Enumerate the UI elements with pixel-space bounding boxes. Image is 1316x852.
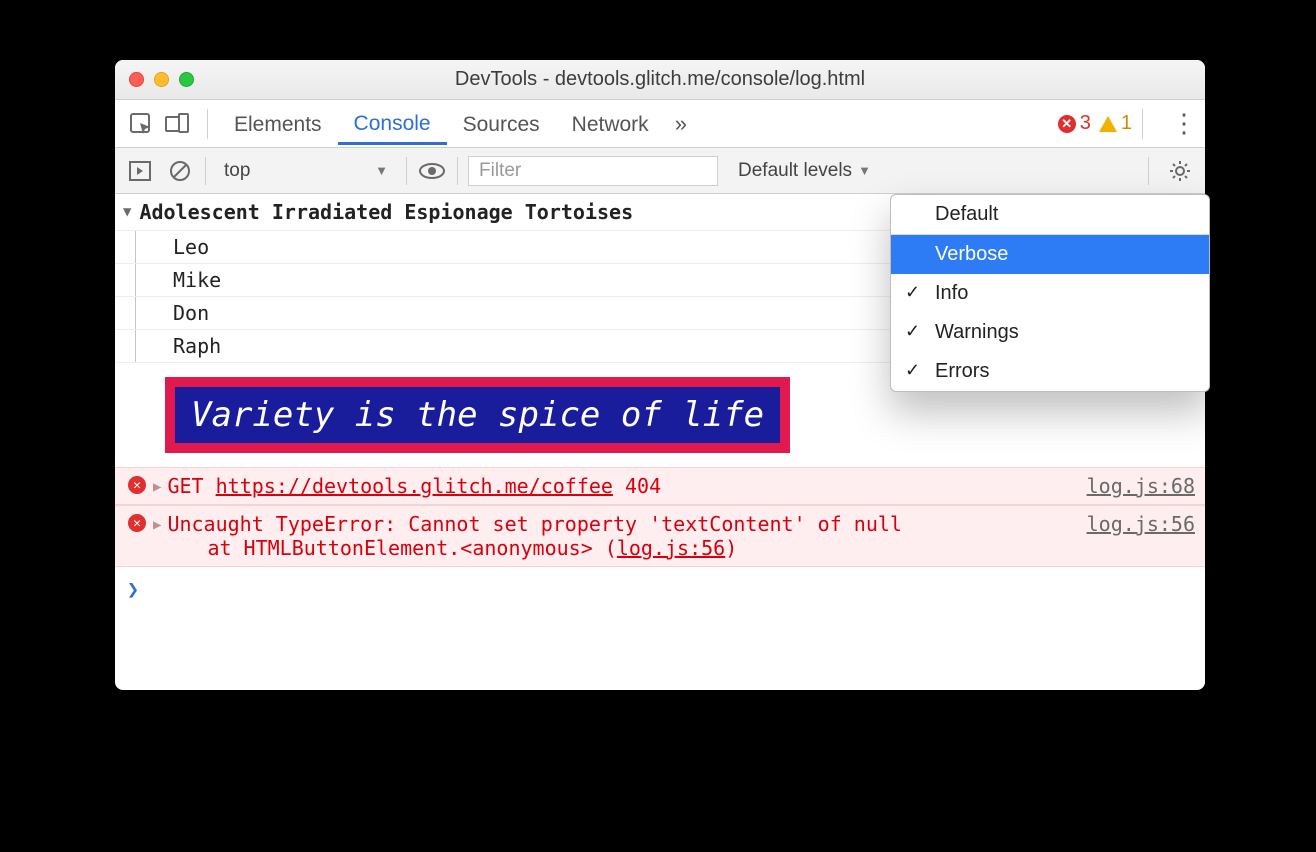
error-icon: ✕ [1058,115,1076,133]
devtools-menu-button[interactable]: ⋮ [1171,108,1197,139]
log-levels-dropdown[interactable]: Default levels ▼ [738,160,871,182]
tab-network[interactable]: Network [556,103,665,145]
filter-input[interactable]: Filter [468,156,718,186]
error-message: Uncaught TypeError: Cannot set property … [167,512,902,536]
level-option-default[interactable]: Default [891,195,1209,234]
error-icon: ✕ [128,514,146,532]
disclosure-triangle-icon[interactable]: ▼ [123,204,131,220]
stack-link[interactable]: log.js:56 [617,536,725,560]
console-settings-icon[interactable] [1165,156,1195,186]
warning-count-badge[interactable]: 1 [1099,112,1132,135]
checkmark-icon: ✓ [905,360,920,381]
error-icon: ✕ [128,476,146,494]
http-status: 404 [625,474,661,498]
filter-placeholder: Filter [479,160,521,182]
window-titlebar: DevTools - devtools.glitch.me/console/lo… [115,60,1205,100]
toggle-device-toolbar-icon[interactable] [161,108,193,140]
separator [207,109,208,139]
warning-icon [1099,116,1117,132]
separator [1148,157,1149,185]
execution-context-selector[interactable]: top ▼ [216,156,396,186]
source-link[interactable]: log.js:68 [1087,474,1195,498]
error-url[interactable]: https://devtools.glitch.me/coffee [216,474,613,498]
error-count-badge[interactable]: ✕ 3 [1058,112,1091,135]
source-link[interactable]: log.js:56 [1087,512,1195,536]
level-option-info[interactable]: ✓ Info [891,274,1209,313]
separator [205,157,206,185]
separator [406,157,407,185]
level-option-errors[interactable]: ✓ Errors [891,352,1209,391]
devtools-tabstrip: Elements Console Sources Network » ✕ 3 1… [115,100,1205,148]
inspect-element-icon[interactable] [125,108,157,140]
tab-console[interactable]: Console [338,102,447,145]
warning-count: 1 [1121,112,1132,135]
traffic-lights [129,72,194,87]
http-method: GET [167,474,203,498]
console-prompt[interactable]: ❯ [115,567,1205,611]
tab-sources[interactable]: Sources [447,103,556,145]
maximize-window-button[interactable] [179,72,194,87]
close-window-button[interactable] [129,72,144,87]
separator [457,157,458,185]
devtools-window: DevTools - devtools.glitch.me/console/lo… [115,60,1205,690]
chevron-down-icon: ▼ [375,163,388,178]
separator [1142,109,1143,139]
live-expression-icon[interactable] [417,156,447,186]
chevron-down-icon: ▼ [858,163,871,178]
window-title: DevTools - devtools.glitch.me/console/lo… [115,68,1205,91]
console-toolbar: top ▼ Filter Default levels ▼ [115,148,1205,194]
console-error-entry: ✕ ▶ Uncaught TypeError: Cannot set prope… [115,505,1205,567]
minimize-window-button[interactable] [154,72,169,87]
level-option-verbose[interactable]: Verbose [891,235,1209,274]
stack-suffix: ) [725,536,737,560]
levels-label: Default levels [738,160,852,182]
checkmark-icon: ✓ [905,321,920,342]
log-levels-menu: Default Verbose ✓ Info ✓ Warnings ✓ Erro… [890,194,1210,392]
console-error-entry: ✕ ▶ GET https://devtools.glitch.me/coffe… [115,467,1205,505]
level-option-warnings[interactable]: ✓ Warnings [891,313,1209,352]
tab-elements[interactable]: Elements [218,103,338,145]
show-console-sidebar-icon[interactable] [125,156,155,186]
stack-prefix: at HTMLButtonElement.<anonymous> ( [207,536,616,560]
clear-console-icon[interactable] [165,156,195,186]
error-count: 3 [1080,112,1091,135]
disclosure-triangle-icon[interactable]: ▶ [153,512,161,533]
more-tabs-button[interactable]: » [675,111,687,137]
group-title: Adolescent Irradiated Espionage Tortoise… [139,200,633,224]
disclosure-triangle-icon[interactable]: ▶ [153,474,161,495]
styled-message: Variety is the spice of life [165,377,790,453]
context-label: top [224,160,250,182]
checkmark-icon: ✓ [905,282,920,303]
